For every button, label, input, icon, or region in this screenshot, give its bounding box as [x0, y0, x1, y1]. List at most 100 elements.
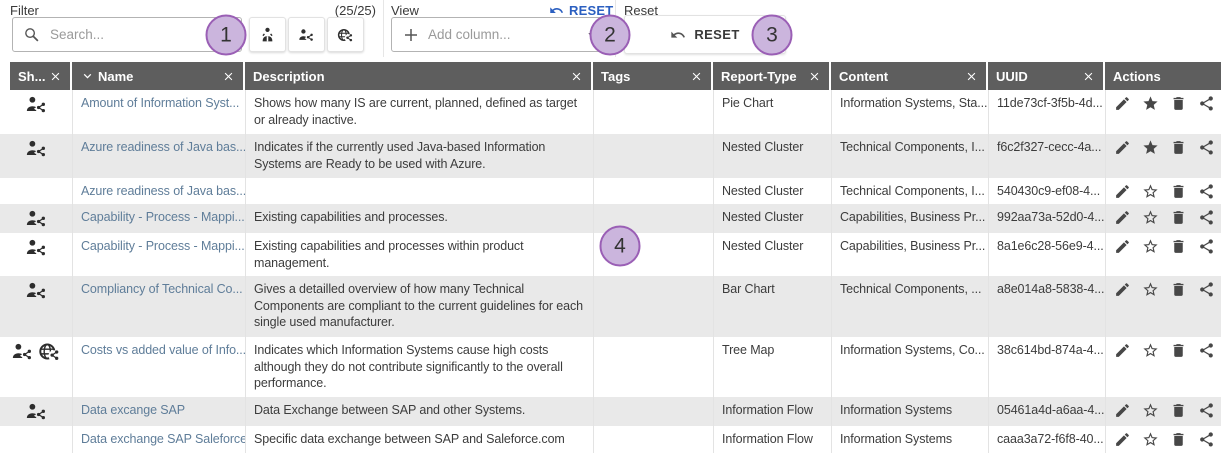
share-icon[interactable] — [1198, 183, 1215, 200]
delete-icon[interactable] — [1170, 402, 1187, 419]
edit-icon[interactable] — [1114, 183, 1131, 200]
delete-icon[interactable] — [1170, 139, 1187, 156]
shared-status-cell — [0, 204, 72, 233]
delete-icon[interactable] — [1170, 431, 1187, 448]
table-row[interactable]: Compliancy of Technical Co...Gives a det… — [0, 276, 1221, 337]
table-row[interactable]: Data excange SAPData Exchange between SA… — [0, 397, 1221, 426]
star-icon[interactable] — [1142, 402, 1159, 419]
star-icon[interactable] — [1142, 431, 1159, 448]
edit-icon[interactable] — [1114, 95, 1131, 112]
name-cell: Azure readiness of Java bas... — [72, 134, 245, 178]
report-type-cell: Information Flow — [713, 426, 831, 453]
person-share-icon — [24, 237, 49, 258]
share-icon[interactable] — [1198, 209, 1215, 226]
view-section-label: View — [391, 3, 419, 18]
shared-status-cell — [0, 426, 72, 453]
report-name-link[interactable]: Azure readiness of Java bas... — [81, 140, 245, 154]
description-cell: Shows how many IS are current, planned, … — [245, 90, 593, 134]
table-row[interactable]: Amount of Information Syst... Shows how m… — [0, 90, 1221, 134]
column-header-content[interactable]: Content — [831, 62, 988, 90]
search-icon — [23, 26, 40, 43]
column-header-uuid[interactable]: UUID — [988, 62, 1105, 90]
star-icon[interactable] — [1142, 209, 1159, 226]
search-input[interactable] — [48, 26, 231, 43]
report-name-link[interactable]: Data exchange SAP Saleforce — [81, 432, 245, 446]
column-header-name[interactable]: Name — [72, 62, 245, 90]
close-icon[interactable] — [965, 70, 978, 83]
report-name-link[interactable]: Compliancy of Technical Co... — [81, 282, 243, 296]
share-icon[interactable] — [1198, 238, 1215, 255]
share-icon[interactable] — [1198, 431, 1215, 448]
report-name-link[interactable]: Costs vs added value of Info... — [81, 343, 245, 357]
content-cell: Technical Components, I... — [831, 178, 988, 204]
uuid-cell: 38c614bd-874a-4... — [988, 337, 1105, 397]
edit-icon[interactable] — [1114, 238, 1131, 255]
edit-icon[interactable] — [1114, 209, 1131, 226]
report-name-link[interactable]: Amount of Information Syst... — [81, 96, 239, 110]
close-icon[interactable] — [49, 70, 62, 83]
tags-cell — [593, 134, 713, 178]
presenter-filter-button[interactable] — [249, 17, 286, 52]
share-icon[interactable] — [1198, 402, 1215, 419]
table-row[interactable]: Azure readiness of Java bas...Indicates … — [0, 134, 1221, 178]
share-icon[interactable] — [1198, 95, 1215, 112]
name-cell: Data excange SAP — [72, 397, 245, 426]
edit-icon[interactable] — [1114, 342, 1131, 359]
actions-cell — [1105, 204, 1221, 233]
delete-icon[interactable] — [1170, 342, 1187, 359]
tags-cell — [593, 178, 713, 204]
uuid-cell: f6c2f327-cecc-4a... — [988, 134, 1105, 178]
name-cell: Amount of Information Syst... — [72, 90, 245, 134]
share-icon[interactable] — [1198, 281, 1215, 298]
table-row[interactable]: Costs vs added value of Info...Indicates… — [0, 337, 1221, 397]
column-header-description[interactable]: Description — [245, 62, 593, 90]
report-name-link[interactable]: Capability - Process - Mappi... — [81, 239, 245, 253]
column-header-actions[interactable]: Actions — [1105, 62, 1221, 90]
column-header-label: Report-Type — [721, 69, 797, 84]
delete-icon[interactable] — [1170, 183, 1187, 200]
edit-icon[interactable] — [1114, 431, 1131, 448]
actions-cell — [1105, 233, 1221, 276]
name-cell: Compliancy of Technical Co... — [72, 276, 245, 337]
column-header-tags[interactable]: Tags — [593, 62, 713, 90]
actions-cell — [1105, 397, 1221, 426]
close-icon[interactable] — [690, 70, 703, 83]
shared-status-cell — [0, 90, 72, 134]
edit-icon[interactable] — [1114, 281, 1131, 298]
edit-icon[interactable] — [1114, 402, 1131, 419]
close-icon[interactable] — [222, 70, 235, 83]
delete-icon[interactable] — [1170, 238, 1187, 255]
person-share-icon — [298, 25, 315, 45]
add-column-dropdown[interactable]: Add column... — [391, 17, 610, 52]
shared-status-cell — [0, 233, 72, 276]
star-icon[interactable] — [1142, 238, 1159, 255]
description-cell — [245, 178, 593, 204]
edit-icon[interactable] — [1114, 139, 1131, 156]
report-name-link[interactable]: Capability - Process - Mappi... — [81, 210, 245, 224]
star-icon[interactable] — [1142, 281, 1159, 298]
report-name-link[interactable]: Azure readiness of Java bas... — [81, 184, 245, 198]
person-share-filter-button[interactable] — [288, 17, 325, 52]
report-name-link[interactable]: Data excange SAP — [81, 403, 185, 417]
column-header-report_type[interactable]: Report-Type — [713, 62, 831, 90]
globe-share-filter-button[interactable] — [327, 17, 364, 52]
column-header-share[interactable]: Sh... — [10, 62, 72, 90]
star-icon[interactable] — [1142, 95, 1159, 112]
share-icon[interactable] — [1198, 139, 1215, 156]
actions-cell — [1105, 178, 1221, 204]
delete-icon[interactable] — [1170, 209, 1187, 226]
content-cell: Information Systems — [831, 426, 988, 453]
content-cell: Capabilities, Business Pr... — [831, 204, 988, 233]
star-icon[interactable] — [1142, 139, 1159, 156]
star-icon[interactable] — [1142, 183, 1159, 200]
table-header-row: Sh...NameDescriptionTags Report-Type Conte… — [0, 62, 1221, 90]
table-row[interactable]: Azure readiness of Java bas...Nested Clu… — [0, 178, 1221, 204]
share-icon[interactable] — [1198, 342, 1215, 359]
close-icon[interactable] — [1082, 70, 1095, 83]
delete-icon[interactable] — [1170, 95, 1187, 112]
delete-icon[interactable] — [1170, 281, 1187, 298]
close-icon[interactable] — [808, 70, 821, 83]
star-icon[interactable] — [1142, 342, 1159, 359]
table-row[interactable]: Data exchange SAP SaleforceSpecific data… — [0, 426, 1221, 453]
close-icon[interactable] — [570, 70, 583, 83]
